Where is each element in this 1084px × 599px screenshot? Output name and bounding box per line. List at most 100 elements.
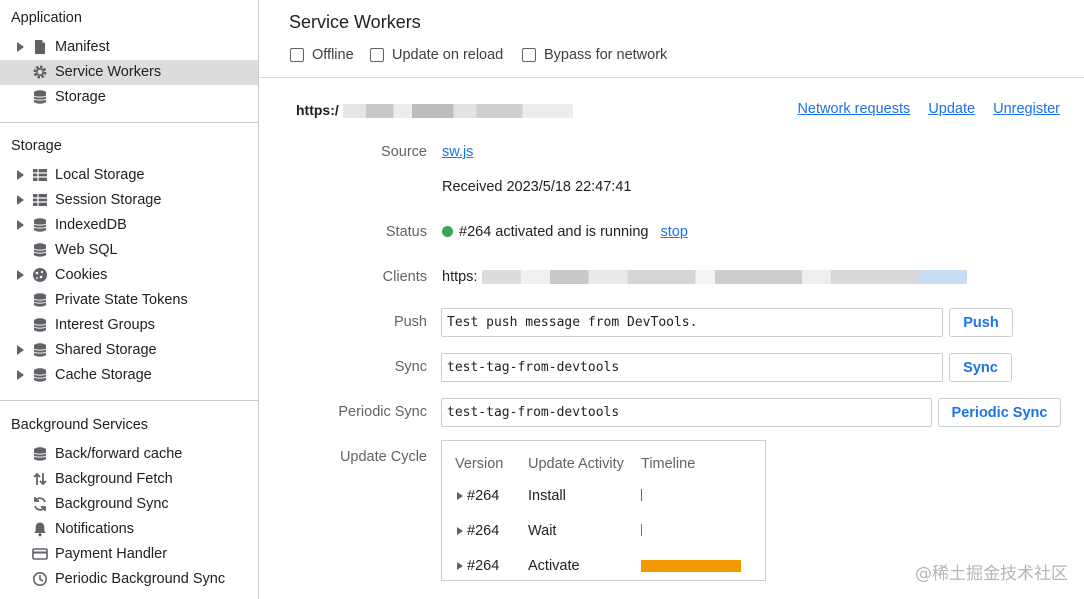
sidebar-item-web-sql[interactable]: Web SQL — [0, 238, 258, 263]
divider — [0, 122, 258, 123]
push-input[interactable]: Test push message from DevTools. — [441, 308, 943, 337]
network-requests-link[interactable]: Network requests — [797, 101, 910, 117]
periodic-sync-label: Periodic Sync — [338, 404, 427, 420]
sidebar-item-payment-handler[interactable]: Payment Handler — [0, 542, 258, 567]
expand-triangle-icon[interactable] — [457, 527, 463, 535]
cycle-row-version[interactable]: #264 — [457, 488, 499, 504]
update-on-reload-checkbox[interactable]: Update on reload — [370, 47, 503, 63]
status-label: Status — [385, 224, 427, 240]
sync-input[interactable]: test-tag-from-devtools — [441, 353, 943, 382]
checkbox-label: Bypass for network — [544, 47, 668, 63]
checkbox-box[interactable] — [522, 48, 536, 62]
clock-icon — [33, 572, 47, 586]
bell-icon — [34, 522, 46, 537]
periodic-sync-input[interactable]: test-tag-from-devtools — [441, 398, 932, 427]
divider — [0, 400, 258, 401]
expand-arrow-icon[interactable] — [17, 270, 24, 280]
stop-link[interactable]: stop — [660, 224, 687, 240]
sidebar-item-label: Background Sync — [55, 496, 169, 512]
sidebar-item-label: IndexedDB — [55, 217, 127, 233]
sync-button[interactable]: Sync — [949, 353, 1012, 382]
expand-arrow-icon[interactable] — [17, 345, 24, 355]
sidebar-item-cookies[interactable]: Cookies — [0, 263, 258, 288]
push-button[interactable]: Push — [949, 308, 1013, 337]
sidebar-item-label: Private State Tokens — [55, 292, 188, 308]
section-title-background-services: Background Services — [11, 417, 149, 433]
update-link[interactable]: Update — [928, 101, 975, 117]
sidebar-item-label: Payment Handler — [55, 546, 168, 562]
sidebar-item-label: Session Storage — [55, 192, 162, 208]
sidebar-item-local-storage[interactable]: Local Storage — [0, 163, 258, 188]
clients-prefix: https: — [442, 269, 478, 285]
document-icon — [35, 40, 45, 54]
checkbox-box[interactable] — [370, 48, 384, 62]
sidebar-item-label: Web SQL — [55, 242, 118, 258]
update-cycle-table: Version Update Activity Timeline #264 In… — [441, 440, 766, 581]
expand-triangle-icon[interactable] — [457, 562, 463, 570]
checkbox-label: Update on reload — [392, 47, 504, 63]
sidebar-item-label: Cache Storage — [55, 367, 152, 383]
checkbox-box[interactable] — [290, 48, 304, 62]
worker-origin: https:/ — [296, 102, 573, 119]
status-running-dot-icon — [442, 226, 453, 237]
expand-arrow-icon[interactable] — [17, 195, 24, 205]
source-link-text[interactable]: sw.js — [442, 144, 473, 160]
divider — [259, 77, 1084, 78]
column-header-update-activity: Update Activity — [528, 456, 624, 472]
expand-arrow-icon[interactable] — [17, 370, 24, 380]
received-time: Received 2023/5/18 22:47:41 — [442, 179, 632, 195]
sidebar-item-session-storage[interactable]: Session Storage — [0, 188, 258, 213]
sidebar-item-indexeddb[interactable]: IndexedDB — [0, 213, 258, 238]
offline-checkbox[interactable]: Offline — [290, 47, 354, 63]
cycle-row-version[interactable]: #264 — [457, 558, 499, 574]
grid-icon — [33, 169, 47, 181]
page-title: Service Workers — [289, 12, 421, 32]
expand-arrow-icon[interactable] — [17, 42, 24, 52]
timeline-bar-wait — [641, 524, 642, 536]
database-icon — [33, 218, 47, 232]
periodic-sync-button[interactable]: Periodic Sync — [938, 398, 1061, 427]
sidebar-item-label: Notifications — [55, 521, 134, 537]
timeline-bar-activate — [641, 560, 741, 572]
checkbox-label: Offline — [312, 47, 354, 63]
grid-icon — [33, 194, 47, 206]
database-icon — [33, 293, 47, 307]
watermark: @稀土掘金技术社区 — [915, 564, 1068, 584]
sidebar-item-shared-storage[interactable]: Shared Storage — [0, 338, 258, 363]
clients-label: Clients — [382, 269, 427, 285]
sidebar-item-interest-groups[interactable]: Interest Groups — [0, 313, 258, 338]
cycle-row-version[interactable]: #264 — [457, 523, 499, 539]
database-icon — [33, 318, 47, 332]
update-cycle-label: Update Cycle — [339, 449, 427, 465]
sidebar-item-label: Back/forward cache — [55, 446, 183, 462]
bypass-for-network-checkbox[interactable]: Bypass for network — [522, 47, 667, 63]
worker-actions: Network requests Update Unregister — [783, 101, 1060, 117]
version-text: #264 — [467, 523, 500, 539]
sidebar-item-back-forward-cache[interactable]: Back/forward cache — [0, 442, 258, 467]
sidebar-item-label: Interest Groups — [55, 317, 155, 333]
database-icon — [33, 243, 47, 257]
sidebar-item-background-sync[interactable]: Background Sync — [0, 492, 258, 517]
sidebar-item-notifications[interactable]: Notifications — [0, 517, 258, 542]
source-link[interactable]: sw.js — [442, 144, 473, 160]
sidebar-item-service-workers[interactable]: Service Workers — [0, 60, 258, 85]
sidebar-item-private-state-tokens[interactable]: Private State Tokens — [0, 288, 258, 313]
expand-arrow-icon[interactable] — [17, 170, 24, 180]
expand-arrow-icon[interactable] — [17, 220, 24, 230]
sync-label: Sync — [394, 359, 427, 375]
sidebar-item-storage[interactable]: Storage — [0, 85, 258, 110]
sidebar-item-label: Service Workers — [55, 64, 162, 80]
clients-value: https: — [442, 269, 967, 285]
sidebar: Application Manifest Service Workers Sto… — [0, 0, 259, 599]
sidebar-item-label: Local Storage — [55, 167, 145, 183]
sidebar-item-manifest[interactable]: Manifest — [0, 35, 258, 60]
sidebar-item-label: Background Fetch — [55, 471, 173, 487]
sidebar-item-label: Periodic Background Sync — [55, 571, 226, 587]
sidebar-item-background-fetch[interactable]: Background Fetch — [0, 467, 258, 492]
expand-triangle-icon[interactable] — [457, 492, 463, 500]
unregister-link[interactable]: Unregister — [993, 101, 1060, 117]
push-label: Push — [393, 314, 427, 330]
sidebar-item-periodic-background-sync[interactable]: Periodic Background Sync — [0, 567, 258, 592]
sidebar-item-cache-storage[interactable]: Cache Storage — [0, 363, 258, 388]
cookie-icon — [33, 268, 47, 282]
